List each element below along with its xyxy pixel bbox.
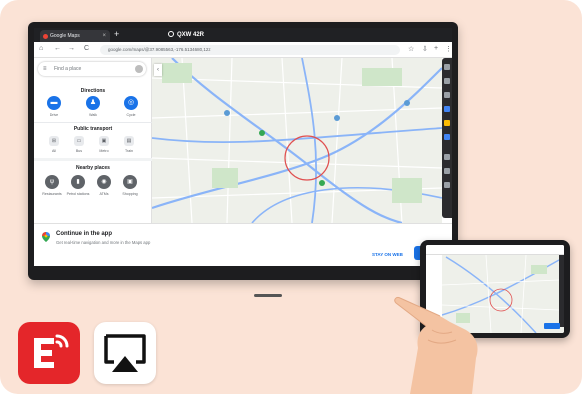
promo-canvas: Google Maps × + QXW 42R ⌂ ← → C google.c… xyxy=(0,0,582,394)
new-tab-button[interactable]: + xyxy=(114,29,119,39)
reload-button[interactable]: C xyxy=(84,45,89,52)
banner-subtitle: Get real-time navigation and more in the… xyxy=(56,240,151,245)
map-roads xyxy=(152,58,442,223)
tablet-browser-bar xyxy=(426,245,564,255)
home-button[interactable]: ⌂ xyxy=(39,45,43,52)
toolbar-apps-icon[interactable] xyxy=(444,92,450,98)
maps-favicon-icon xyxy=(43,34,48,39)
drive-button[interactable]: ▬ xyxy=(47,96,61,110)
bookmark-star-icon[interactable]: ☆ xyxy=(408,45,414,53)
airplay-icon xyxy=(104,334,146,372)
toolbar-settings-icon[interactable] xyxy=(444,168,450,174)
tab-title: Google Maps xyxy=(50,33,80,39)
metro-label: Metro xyxy=(99,149,109,153)
toolbar-back-icon[interactable] xyxy=(444,64,450,70)
restaurants-label: Restaurants xyxy=(42,192,62,196)
continue-in-app-banner: Continue in the app Get real-time naviga… xyxy=(34,223,452,266)
transit-title: Public transport xyxy=(73,126,113,132)
train-button[interactable]: ▤ xyxy=(124,136,134,146)
cycle-button[interactable]: ◎ xyxy=(124,96,138,110)
search-placeholder: Find a place xyxy=(54,66,82,72)
petrol-label: Petrol stations xyxy=(66,192,90,196)
tablet-use-app-button[interactable] xyxy=(544,323,560,329)
eshare-app-icon[interactable] xyxy=(18,322,80,384)
search-input[interactable]: ≡ Find a place xyxy=(38,62,146,76)
device-title: QXW 42R xyxy=(168,28,204,42)
account-avatar[interactable] xyxy=(135,65,143,73)
metro-button[interactable]: ▣ xyxy=(99,136,109,146)
transit-all-button[interactable]: ⊞ xyxy=(49,136,59,146)
cycle-label: Cycle xyxy=(126,113,136,117)
display-side-toolbar xyxy=(442,58,452,218)
tablet-toolbar xyxy=(559,255,564,327)
eshare-logo-icon xyxy=(34,334,69,368)
address-bar: ⌂ ← → C google.com/maps/@37.9085563,-176… xyxy=(34,42,452,58)
url-input[interactable]: google.com/maps/@37.9085563,-176.5134680… xyxy=(100,45,400,55)
cast-device-icon xyxy=(168,31,174,38)
display-brand-logo xyxy=(254,294,282,297)
forward-button[interactable]: → xyxy=(68,45,75,52)
shopping-button[interactable]: ▣ xyxy=(123,175,137,189)
walk-label: Walk xyxy=(89,113,97,117)
toolbar-menu-icon[interactable] xyxy=(444,182,450,188)
collapse-panel-button[interactable]: ‹ xyxy=(154,64,162,76)
google-maps-pin-icon xyxy=(42,232,50,242)
toolbar-browser-icon[interactable] xyxy=(444,106,450,112)
pointing-hand xyxy=(394,297,478,394)
interactive-display: Google Maps × + QXW 42R ⌂ ← → C google.c… xyxy=(28,22,458,297)
directions-title: Directions xyxy=(80,88,106,94)
device-name: QXW 42R xyxy=(177,32,205,38)
back-button[interactable]: ← xyxy=(54,45,61,52)
download-icon[interactable]: ⇩ xyxy=(422,45,428,53)
display-screen: Google Maps × + QXW 42R ⌂ ← → C google.c… xyxy=(34,28,452,266)
restaurants-button[interactable]: ψ xyxy=(45,175,59,189)
train-label: Train xyxy=(124,149,134,153)
walk-button[interactable]: ♟ xyxy=(86,96,100,110)
petrol-button[interactable]: ▮ xyxy=(71,175,85,189)
divider xyxy=(34,158,152,161)
shopping-label: Shopping xyxy=(122,192,138,196)
nearby-title: Nearby places xyxy=(76,165,110,171)
drive-label: Drive xyxy=(49,113,59,117)
transit-all-label: All xyxy=(52,149,56,153)
add-icon[interactable]: + xyxy=(434,45,438,52)
map-canvas[interactable]: ‹ xyxy=(152,58,442,223)
atm-label: ATMs xyxy=(99,192,109,196)
atm-button[interactable]: ◉ xyxy=(97,175,111,189)
divider xyxy=(34,122,152,123)
more-menu-icon[interactable]: ⋮ xyxy=(445,45,452,53)
hamburger-menu-icon[interactable]: ≡ xyxy=(43,62,47,76)
banner-title: Continue in the app xyxy=(56,231,112,237)
close-tab-icon[interactable]: × xyxy=(102,30,106,42)
browser-tab[interactable]: Google Maps × xyxy=(40,30,110,42)
stay-on-web-button[interactable]: STAY ON WEB xyxy=(372,252,403,257)
bus-button[interactable]: ▭ xyxy=(74,136,84,146)
airplay-app-icon[interactable] xyxy=(94,322,156,384)
toolbar-pen-icon[interactable] xyxy=(444,154,450,160)
bus-label: Bus xyxy=(75,149,83,153)
maps-side-panel: ≡ Find a place Directions ▬ ♟ ◎ Drive Wa… xyxy=(34,58,152,223)
toolbar-home-icon[interactable] xyxy=(444,78,450,84)
toolbar-files-icon[interactable] xyxy=(444,120,450,126)
browser-tabbar: Google Maps × + QXW 42R xyxy=(34,28,452,42)
toolbar-whiteboard-icon[interactable] xyxy=(444,134,450,140)
